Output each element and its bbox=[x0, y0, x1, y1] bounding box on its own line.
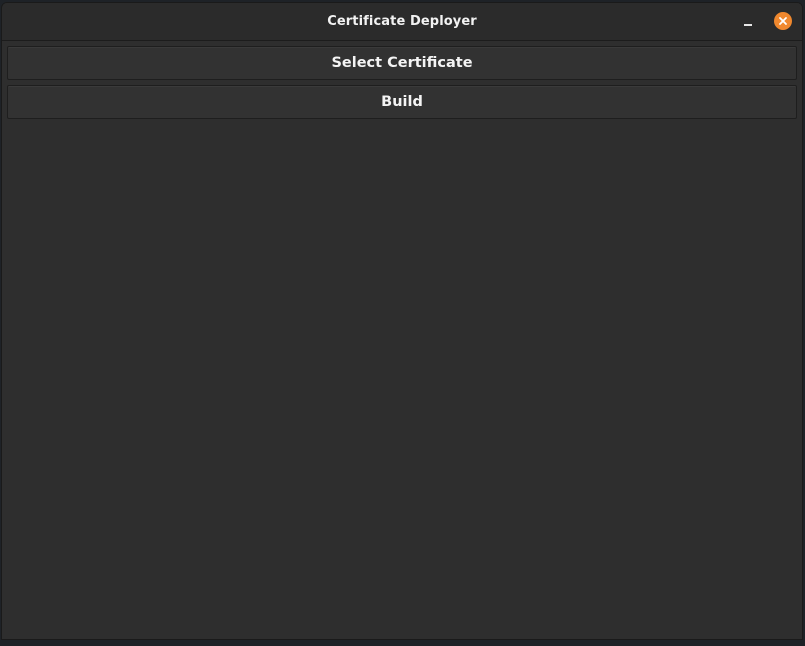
select-certificate-label: Select Certificate bbox=[331, 55, 473, 71]
window-title: Certificate Deployer bbox=[327, 14, 477, 29]
select-certificate-button[interactable]: Select Certificate bbox=[7, 46, 797, 80]
close-icon bbox=[779, 17, 787, 25]
build-label: Build bbox=[381, 94, 423, 110]
build-button[interactable]: Build bbox=[7, 85, 797, 119]
minimize-icon bbox=[744, 24, 752, 26]
window-content: Select Certificate Build bbox=[2, 41, 802, 119]
close-button[interactable] bbox=[774, 12, 792, 30]
minimize-button[interactable] bbox=[740, 13, 758, 31]
window-titlebar[interactable]: Certificate Deployer bbox=[2, 3, 802, 41]
app-window: Certificate Deployer Select Certificate … bbox=[1, 2, 803, 640]
